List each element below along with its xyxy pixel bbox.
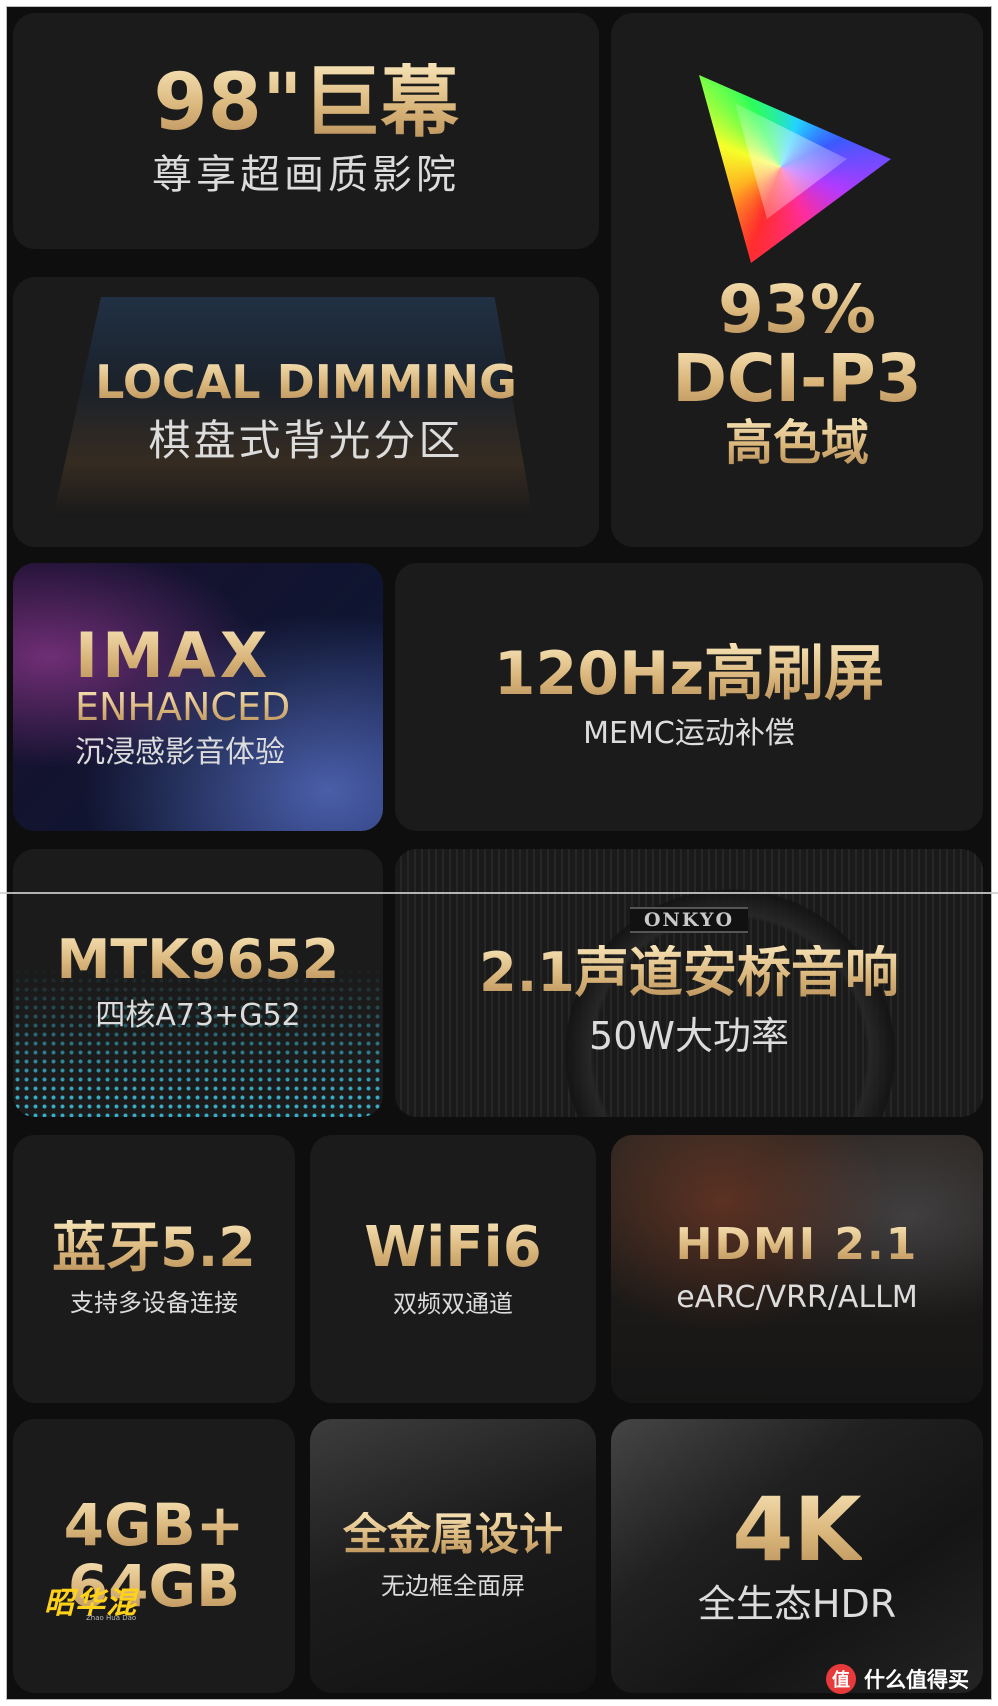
tile-bluetooth: 蓝牙5.2 支持多设备连接	[13, 1135, 295, 1403]
tile-wifi: WiFi6 双频双通道	[310, 1135, 596, 1403]
hdmi-subtitle: eARC/VRR/ALLM	[676, 1280, 918, 1316]
wifi-title: WiFi6	[364, 1215, 542, 1281]
audio-subtitle: 50W大功率	[589, 1013, 789, 1058]
tile-memory: 4GB+ 64GB	[13, 1419, 295, 1693]
imax-subtitle: 沉浸感影音体验	[75, 735, 285, 771]
tile-metal-design: 全金属设计 无边框全面屏	[310, 1419, 596, 1693]
site-badge-icon: 值	[826, 1664, 856, 1694]
site-logo[interactable]: 值 什么值得买	[826, 1664, 969, 1694]
gamut-percent: 93%	[718, 271, 876, 348]
watermark-caption: Zhao Hua Dao	[86, 1614, 137, 1622]
refresh-subtitle: MEMC运动补偿	[583, 715, 795, 751]
refresh-title: 120Hz高刷屏	[493, 638, 885, 709]
screen-size-subtitle: 尊享超画质影院	[152, 151, 460, 198]
imax-title: IMAX	[75, 618, 272, 692]
image-seam-line	[0, 892, 998, 894]
screen-size-title: 98"巨幕	[153, 58, 459, 149]
tile-refresh-rate: 120Hz高刷屏 MEMC运动补偿	[395, 563, 983, 831]
imax-enhanced: ENHANCED	[75, 684, 291, 729]
bluetooth-subtitle: 支持多设备连接	[70, 1288, 238, 1317]
chip-title: MTK9652	[56, 927, 340, 991]
resolution-subtitle: 全生态HDR	[697, 1582, 897, 1627]
tile-chip: MTK9652 四核A73+G52	[13, 849, 383, 1117]
wifi-subtitle: 双频双通道	[393, 1290, 513, 1318]
resolution-title: 4K	[732, 1478, 862, 1581]
site-name: 什么值得买	[864, 1668, 969, 1692]
tile-imax: IMAX ENHANCED 沉浸感影音体验	[13, 563, 383, 831]
audio-title: 2.1声道安桥音响	[479, 940, 899, 1004]
metal-subtitle: 无边框全面屏	[381, 1571, 525, 1600]
local-dimming-subtitle: 棋盘式背光分区	[148, 415, 464, 465]
memory-ram: 4GB+	[63, 1491, 245, 1560]
bluetooth-title: 蓝牙5.2	[52, 1216, 256, 1280]
onkyo-logo: ONKYO	[629, 906, 749, 933]
tile-screen-size: 98"巨幕 尊享超画质影院	[13, 13, 599, 249]
metal-title: 全金属设计	[343, 1508, 563, 1560]
tile-local-dimming: LOCAL DIMMING 棋盘式背光分区	[13, 277, 599, 547]
local-dimming-title: LOCAL DIMMING	[95, 354, 517, 409]
hdmi-title: HDMI 2.1	[675, 1218, 919, 1270]
gamut-standard: DCI-P3	[672, 340, 922, 418]
gamut-label: 高色域	[724, 414, 869, 471]
tile-hdmi: HDMI 2.1 eARC/VRR/ALLM	[611, 1135, 983, 1403]
tile-4k: 4K 全生态HDR	[611, 1419, 983, 1693]
tile-color-gamut: 93% DCI-P3 高色域	[611, 13, 983, 547]
tile-audio: ONKYO 2.1声道安桥音响 50W大功率	[395, 849, 983, 1117]
feature-grid: 98"巨幕 尊享超画质影院 93% DCI-P3 高色域 LOCAL DIMMI…	[6, 6, 992, 1700]
chip-subtitle: 四核A73+G52	[95, 998, 301, 1034]
